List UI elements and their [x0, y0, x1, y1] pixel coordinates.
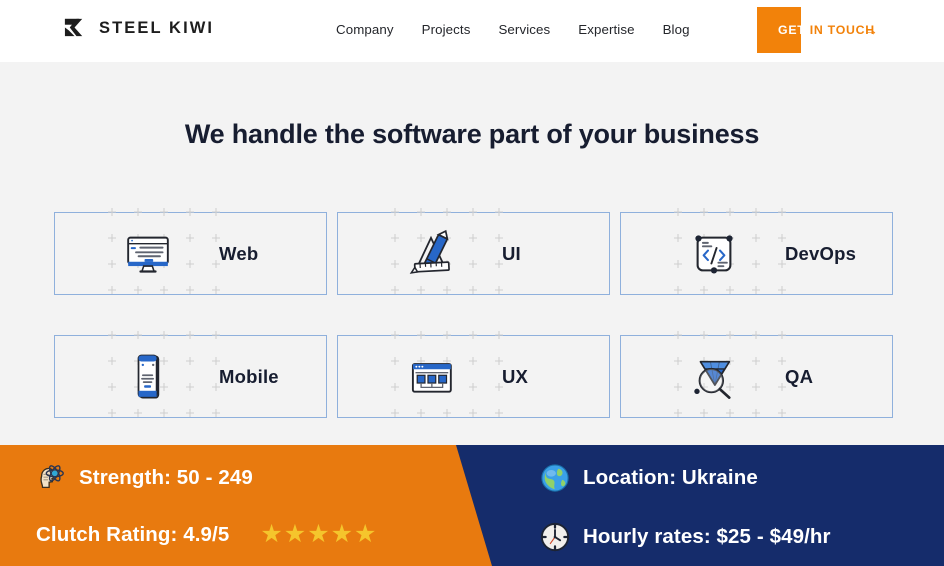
stat-strength-text: Strength: 50 - 249 — [79, 466, 253, 489]
main-section: We handle the software part of your busi… — [0, 62, 944, 445]
service-card-mobile[interactable]: Mobile — [54, 322, 327, 434]
cta-label-highlight: GET — [778, 23, 806, 37]
service-card-qa[interactable]: QA — [620, 322, 893, 434]
nav-item-projects[interactable]: Projects — [408, 22, 485, 37]
service-card-label: Web — [219, 242, 259, 264]
stat-clutch-text: Clutch Rating: 4.9/5 — [36, 522, 230, 546]
smartphone-icon — [119, 348, 177, 406]
stat-clutch-rating: Clutch Rating: 4.9/5 ★ ★ ★ ★ ★ — [36, 522, 376, 547]
service-card-label: UX — [502, 365, 529, 387]
logo[interactable]: STEEL KIWI — [63, 16, 214, 40]
magnifier-gem-icon — [685, 348, 743, 406]
service-card-label: QA — [785, 365, 814, 387]
services-grid: Web UI DevOps Mobile UX QA — [54, 199, 893, 434]
service-card-ux[interactable]: UX — [337, 322, 610, 434]
stat-strength: Strength: 50 - 249 — [36, 463, 253, 493]
stat-hourly-rates: Hourly rates: $25 - $49/hr — [540, 522, 831, 552]
service-card-web[interactable]: Web — [54, 199, 327, 311]
service-card-ui[interactable]: UI — [337, 199, 610, 311]
arrow-right-icon: → — [864, 22, 878, 38]
get-in-touch-button[interactable]: GET IN TOUCH → — [757, 7, 944, 53]
stat-rates-text: Hourly rates: $25 - $49/hr — [583, 525, 831, 548]
service-card-devops[interactable]: DevOps — [620, 199, 893, 311]
nav-item-services[interactable]: Services — [484, 22, 564, 37]
site-header: STEEL KIWI Company Projects Services Exp… — [0, 0, 944, 62]
globe-icon — [541, 464, 569, 492]
logo-text: STEEL KIWI — [99, 18, 215, 37]
brain-atom-icon — [40, 465, 64, 489]
cta-label: GET IN TOUCH — [778, 23, 875, 37]
page-title: We handle the software part of your busi… — [184, 119, 760, 149]
star-icon: ★ — [354, 520, 377, 548]
service-card-label: Mobile — [219, 365, 279, 387]
page-root: STEEL KIWI Company Projects Services Exp… — [0, 0, 944, 566]
star-icon: ★ — [307, 520, 330, 548]
wireframe-window-icon — [402, 348, 460, 406]
star-icon: ★ — [330, 520, 354, 548]
main-nav: Company Projects Services Expertise Blog — [336, 22, 704, 37]
service-card-label: DevOps — [785, 242, 857, 264]
clock-icon — [540, 522, 570, 552]
star-icon: ★ — [283, 520, 307, 548]
nav-item-expertise[interactable]: Expertise — [564, 22, 648, 37]
stat-location: Location: Ukraine — [540, 463, 758, 493]
sk-monogram-icon — [64, 18, 83, 37]
service-card-label: UI — [502, 242, 521, 264]
code-brackets-icon — [685, 225, 743, 283]
nav-item-company[interactable]: Company — [336, 22, 408, 37]
rating-stars: ★ ★ ★ ★ ★ — [260, 522, 376, 547]
nav-item-blog[interactable]: Blog — [649, 22, 704, 37]
stat-location-text: Location: Ukraine — [583, 466, 758, 489]
pencil-ruler-icon — [402, 225, 460, 283]
desktop-monitor-icon — [119, 225, 177, 283]
star-icon: ★ — [260, 520, 283, 548]
